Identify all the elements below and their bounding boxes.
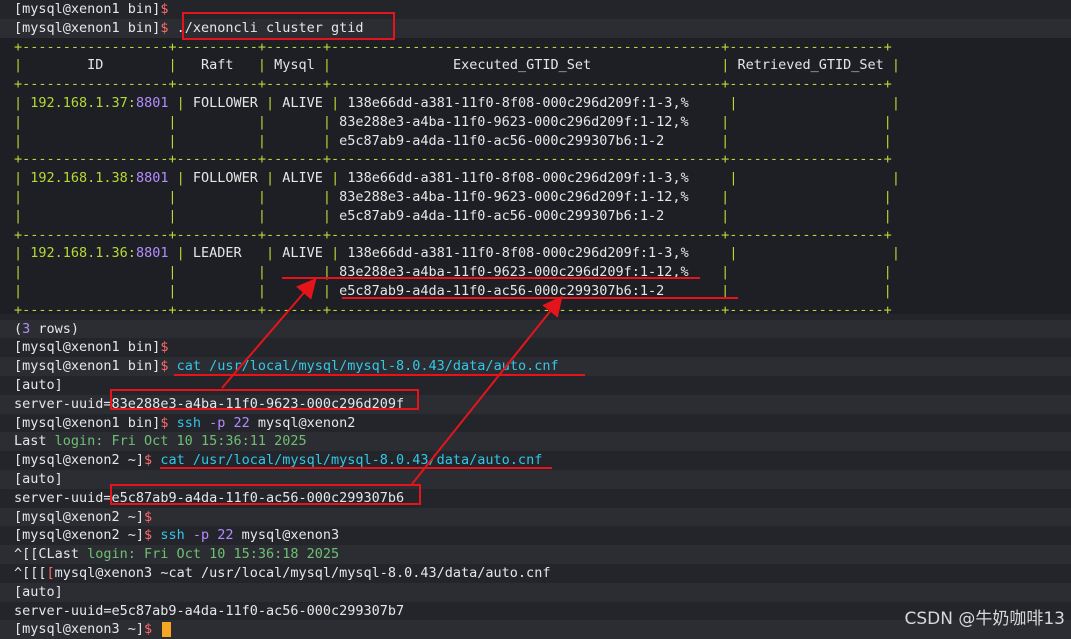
arrow-to-uuid-83e (221, 277, 317, 389)
arrow-to-uuid-e5c (411, 295, 563, 485)
csdn-watermark: CSDN @牛奶咖啡13 (904, 609, 1065, 629)
annotation-arrows (221, 277, 563, 485)
